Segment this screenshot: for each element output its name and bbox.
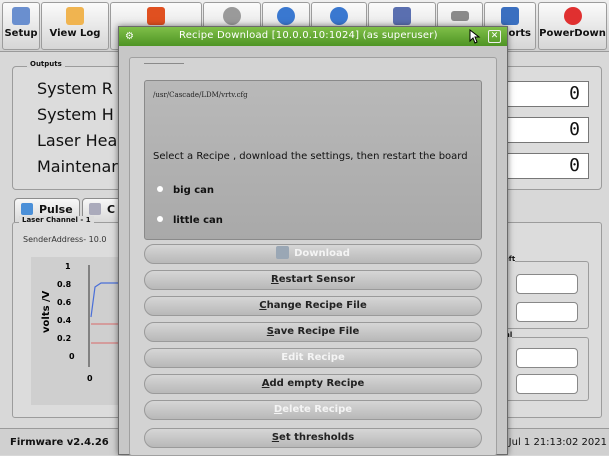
right-field-2[interactable] — [516, 302, 578, 322]
plot-ytick: 0.4 — [57, 316, 72, 325]
mnemonic: D — [273, 404, 283, 415]
save-recipe-file-button[interactable]: Save Recipe File — [144, 322, 482, 342]
sender-address: SenderAddress- 10.0 — [23, 235, 107, 244]
recipe-radio-big-can[interactable]: big can — [157, 185, 214, 196]
restart-sensor-label: estart Sensor — [278, 274, 356, 285]
output-label-1: System R — [37, 79, 113, 98]
output-label-3: Laser Hea — [37, 131, 118, 150]
mnemonic: A — [261, 378, 270, 389]
dialog-title: Recipe Download [10.0.0.10:1024] (as sup… — [179, 30, 438, 41]
tab-c-label: C — [107, 203, 116, 216]
recipe-download-dialog: ⚙ Recipe Download [10.0.0.10:1024] (as s… — [118, 26, 508, 456]
recipe-panel: /usr/Cascade/LDM/vrtv.cfg Select a Recip… — [144, 80, 482, 240]
mnemonic: S — [266, 326, 274, 337]
tab-pulse-label: Pulse — [39, 203, 73, 216]
delete-recipe-label: elete Recipe — [282, 404, 353, 415]
power-icon — [563, 7, 582, 25]
radio-dot — [157, 216, 163, 222]
radio-dot — [157, 186, 163, 192]
floppy-disk-icon — [276, 246, 290, 259]
power-down-button-label: PowerDown — [539, 28, 606, 39]
red-square-icon — [147, 7, 165, 25]
pulse-icon — [21, 203, 33, 215]
setup-button-label: Setup — [4, 28, 38, 39]
checklist-icon — [393, 7, 411, 25]
right-field-4[interactable] — [516, 374, 578, 394]
change-recipe-file-label: hange Recipe File — [266, 300, 367, 311]
delete-recipe-button[interactable]: Delete Recipe — [144, 400, 482, 420]
plot-xtick: 0 — [87, 374, 93, 383]
recipe-label: little can — [173, 215, 223, 226]
edit-recipe-button[interactable]: Edit Recipe — [144, 348, 482, 368]
save-recipe-file-label: ave Recipe File — [273, 326, 360, 337]
floppy-icon — [501, 7, 519, 25]
mouse-cursor-icon — [469, 29, 481, 44]
pulse-plot-svg: volts /V 1 0.8 0.6 0.4 0.2 0 0 — [41, 262, 127, 383]
edit-recipe-label: Edit Recipe — [281, 352, 345, 363]
output-value-1: 0 — [497, 81, 589, 107]
view-log-button[interactable]: View Log — [41, 2, 109, 50]
view-log-button-label: View Log — [49, 28, 101, 39]
divider — [144, 63, 184, 64]
add-empty-recipe-button[interactable]: Add empty Recipe — [144, 374, 482, 394]
dialog-titlebar[interactable]: ⚙ Recipe Download [10.0.0.10:1024] (as s… — [119, 27, 507, 46]
plot-ytick: 1 — [65, 262, 71, 271]
output-value-3: 0 — [497, 153, 589, 179]
close-icon[interactable]: ✕ — [488, 30, 501, 43]
recipe-label: big can — [173, 185, 215, 196]
plot-ytick: 0 — [69, 352, 75, 361]
plot-ytick: 0.6 — [57, 298, 72, 307]
right-field-1[interactable] — [516, 274, 578, 294]
change-recipe-file-button[interactable]: Change Recipe File — [144, 296, 482, 316]
set-thresholds-label: et thresholds — [279, 432, 355, 443]
right-field-3[interactable] — [516, 348, 578, 368]
download-button-label: Download — [294, 248, 350, 259]
gears-icon — [12, 7, 30, 25]
output-label-4: Maintenar — [37, 157, 118, 176]
laser-channel-title: Laser Channel - 1 — [19, 216, 94, 224]
mnemonic: C — [259, 300, 267, 311]
config-path: /usr/Cascade/LDM/vrtv.cfg — [153, 91, 248, 99]
mnemonic: S — [271, 432, 280, 443]
pulse-plot: volts /V 1 0.8 0.6 0.4 0.2 0 0 — [31, 257, 127, 405]
plot-ytick: 0.8 — [57, 280, 72, 289]
tab-icon — [89, 203, 101, 215]
output-value-2: 0 — [497, 117, 589, 143]
download-button[interactable]: Download — [144, 244, 482, 264]
add-empty-recipe-label: dd empty Recipe — [269, 378, 365, 389]
plot-ytick: 0.2 — [57, 334, 71, 343]
blue-arrow-icon — [277, 7, 295, 25]
firmware-version: Firmware v2.4.26 — [10, 437, 109, 448]
mnemonic: R — [270, 274, 279, 285]
window-menu-icon[interactable]: ⚙ — [125, 31, 136, 42]
plot-ylabel: volts /V — [41, 290, 52, 333]
output-label-2: System H — [37, 105, 114, 124]
outputs-title: Outputs — [27, 60, 65, 68]
dialog-content: /usr/Cascade/LDM/vrtv.cfg Select a Recip… — [129, 57, 497, 456]
clipboard-icon — [66, 7, 84, 25]
status-clock: u Jul 1 21:13:02 2021 — [499, 437, 607, 448]
blue-arrow-icon — [330, 7, 348, 25]
set-thresholds-button[interactable]: Set thresholds — [144, 428, 482, 448]
setup-button[interactable]: Setup — [2, 2, 40, 50]
lines-icon — [451, 11, 469, 21]
instruction-text: Select a Recipe , download the settings,… — [153, 151, 468, 162]
recipe-radio-little-can[interactable]: little can — [157, 215, 223, 226]
power-down-button[interactable]: PowerDown — [538, 2, 607, 50]
settings-icon — [223, 7, 241, 25]
restart-sensor-button[interactable]: Restart Sensor — [144, 270, 482, 290]
